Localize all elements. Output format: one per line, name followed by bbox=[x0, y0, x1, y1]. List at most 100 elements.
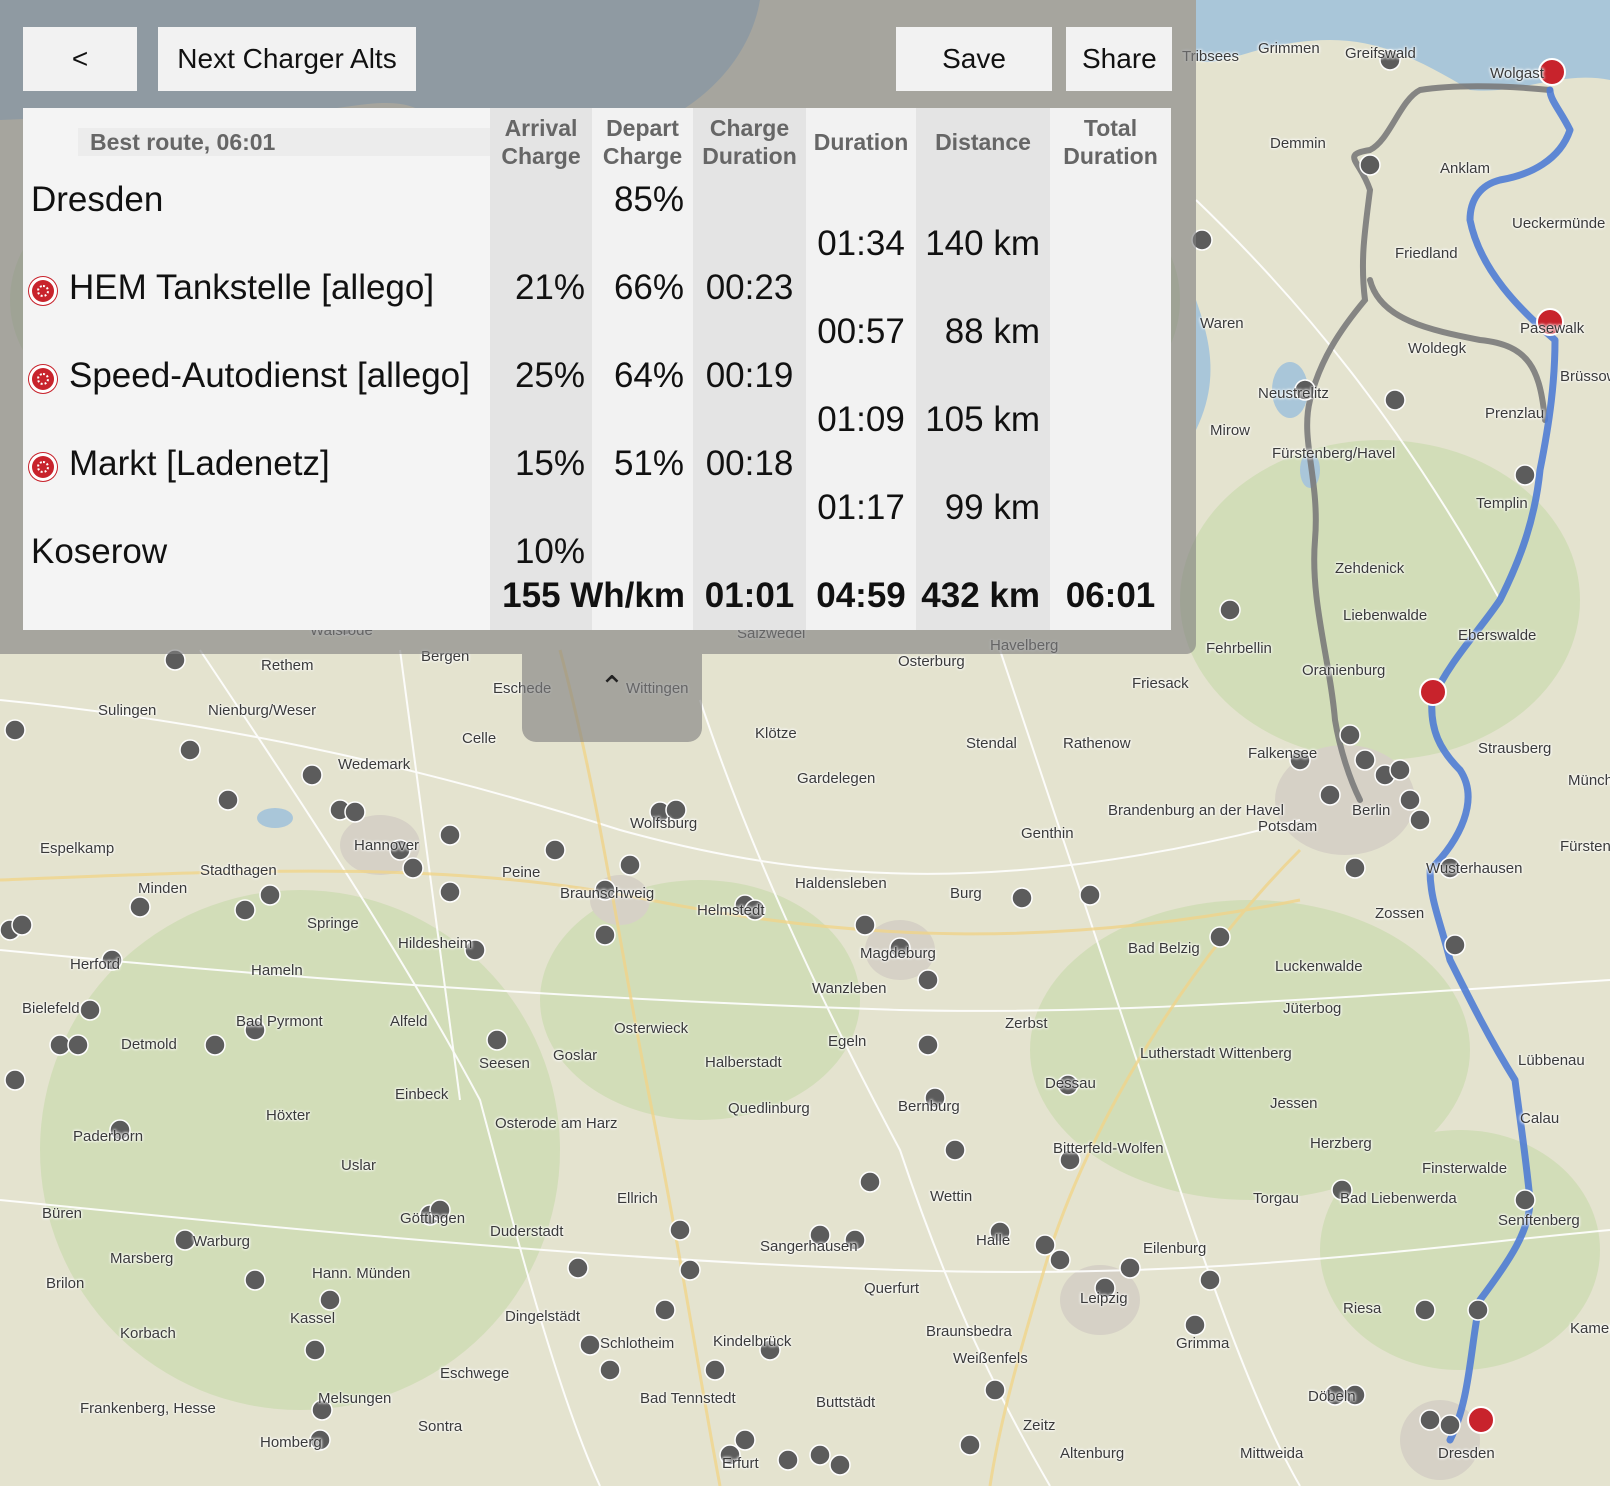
map-place-label: Bad Belzig bbox=[1128, 940, 1200, 957]
map-place-label: Quedlinburg bbox=[728, 1100, 810, 1117]
map-place-label: Dingelstädt bbox=[505, 1308, 581, 1325]
map-place-label: Detmold bbox=[121, 1036, 177, 1053]
stop-name-charger-1[interactable]: HEM Tankstelle [allego] bbox=[69, 268, 434, 308]
distance-column-shade bbox=[916, 108, 1050, 630]
map-place-label: Potsdam bbox=[1258, 818, 1318, 835]
leg-distance: 88 km bbox=[944, 312, 1040, 351]
map-place-label: Espelkamp bbox=[40, 840, 115, 857]
map-place-label: Strausberg bbox=[1478, 740, 1552, 757]
plan-title: Best route, 06:01 bbox=[78, 128, 490, 156]
map-place-label: Osterburg bbox=[898, 653, 965, 670]
leg-duration: 01:34 bbox=[817, 224, 905, 263]
map-place-label: Osterode am Harz bbox=[495, 1115, 618, 1132]
map-place-label: Lutherstadt Wittenberg bbox=[1140, 1045, 1292, 1062]
map-place-label: Waren bbox=[1200, 315, 1244, 332]
stop-depart-charge: 85% bbox=[613, 180, 684, 219]
map-place-label: Wanzleben bbox=[812, 980, 887, 997]
map-place-label: Wedemark bbox=[338, 756, 411, 773]
map-place-label: Buttstädt bbox=[816, 1394, 876, 1411]
stop-depart-charge: 51% bbox=[613, 444, 684, 483]
map-place-label: Wusterhausen bbox=[1426, 860, 1523, 877]
map-place-label: Magdeburg bbox=[860, 945, 936, 962]
header-duration: Duration bbox=[813, 129, 909, 155]
leg-duration: 00:57 bbox=[817, 312, 905, 351]
map-place-label: Hannover bbox=[354, 837, 420, 854]
stop-charge-duration: 00:23 bbox=[705, 268, 794, 307]
next-charger-alts-button[interactable]: Next Charger Alts bbox=[158, 27, 416, 91]
map-place-label: Frankenberg, Hesse bbox=[80, 1400, 216, 1417]
save-plan-button[interactable]: Save Plan bbox=[896, 27, 1052, 138]
stop-name-charger-2[interactable]: Speed-Autodienst [allego] bbox=[69, 356, 470, 396]
map-place-label: Oranienburg bbox=[1302, 662, 1386, 679]
map-place-label: Münche bbox=[1568, 772, 1610, 789]
map-place-label: Fürstenberg/Havel bbox=[1272, 445, 1396, 462]
share-button[interactable]: Share bbox=[1066, 27, 1172, 91]
map-place-label: Schlotheim bbox=[600, 1335, 675, 1352]
duration-column-shade bbox=[806, 108, 916, 630]
map-place-label: Eschwege bbox=[440, 1365, 510, 1382]
stop-arrival-charge: 21% bbox=[514, 268, 585, 307]
map-place-label: Jessen bbox=[1270, 1095, 1318, 1112]
map-place-label: Woldegk bbox=[1408, 340, 1467, 357]
map-place-label: Dresden bbox=[1438, 1445, 1495, 1462]
map-place-label: Wettin bbox=[930, 1188, 973, 1205]
map-place-label: Pasewalk bbox=[1520, 320, 1585, 337]
total-consumption: 155 Wh/km bbox=[502, 576, 685, 615]
map-place-label: Kindelbrück bbox=[713, 1333, 792, 1350]
stop-charge-duration: 00:18 bbox=[705, 444, 794, 483]
collapse-panel-tab[interactable]: ⌃ bbox=[522, 654, 702, 742]
total-trip-duration: 06:01 bbox=[1065, 576, 1156, 615]
map-place-label: Bad Tennstedt bbox=[640, 1390, 736, 1407]
total-distance: 432 km bbox=[921, 576, 1040, 615]
map-place-label: Weißenfels bbox=[953, 1350, 1028, 1367]
map-place-label: Erfurt bbox=[722, 1455, 759, 1472]
stop-arrival-charge: 10% bbox=[514, 532, 585, 571]
stop-arrival-charge: 25% bbox=[514, 356, 585, 395]
map-place-label: Halberstadt bbox=[705, 1054, 782, 1071]
total-duration-column-shade bbox=[1050, 108, 1171, 630]
map-place-label: Zossen bbox=[1375, 905, 1425, 922]
leg-duration: 01:09 bbox=[817, 400, 905, 439]
map-place-label: Zerbst bbox=[1005, 1015, 1048, 1032]
map-place-label: Marsberg bbox=[110, 1250, 174, 1267]
map-place-label: Stendal bbox=[966, 735, 1017, 752]
map-place-label: Minden bbox=[138, 880, 188, 897]
map-place-label: Klötze bbox=[755, 725, 797, 742]
map-place-label: Riesa bbox=[1343, 1300, 1382, 1317]
map-place-label: Eberswalde bbox=[1458, 627, 1537, 644]
map-place-label: Duderstadt bbox=[490, 1223, 564, 1240]
map-place-label: Göttingen bbox=[400, 1210, 466, 1227]
map-place-label: Alfeld bbox=[390, 1013, 428, 1030]
map-place-label: Greifswald bbox=[1345, 45, 1416, 62]
map-place-label: Ueckermünde bbox=[1512, 215, 1606, 232]
map-place-label: Jüterbog bbox=[1283, 1000, 1342, 1017]
map-place-label: Braunschweig bbox=[560, 885, 655, 902]
charger-network-icon bbox=[29, 453, 57, 481]
map-place-label: Friedland bbox=[1395, 245, 1458, 262]
stop-depart-charge: 64% bbox=[613, 356, 684, 395]
back-button[interactable]: < Back bbox=[23, 27, 137, 138]
map-place-label: Leipzig bbox=[1080, 1290, 1128, 1307]
map-place-label: Brilon bbox=[46, 1275, 85, 1292]
header-distance: Distance bbox=[935, 129, 1031, 155]
map-place-label: Altenburg bbox=[1060, 1445, 1125, 1462]
leg-distance: 99 km bbox=[944, 488, 1040, 527]
charger-network-icon bbox=[29, 277, 57, 305]
stop-depart-charge: 66% bbox=[613, 268, 684, 307]
stop-arrival-charge: 15% bbox=[514, 444, 585, 483]
map-place-label: Osterwieck bbox=[614, 1020, 689, 1037]
route-plan-panel: < Back Next Charger Alts Save Plan Share… bbox=[0, 0, 1196, 654]
map-place-label: Mirow bbox=[1210, 422, 1250, 439]
map-place-label: Melsungen bbox=[318, 1390, 392, 1407]
map-place-label: Grimmen bbox=[1258, 40, 1320, 57]
map-place-label: Ellrich bbox=[617, 1190, 658, 1207]
map-place-label: Büren bbox=[42, 1205, 83, 1222]
map-place-label: Warburg bbox=[193, 1233, 250, 1250]
map-place-label: Celle bbox=[462, 730, 497, 747]
header-depart-charge: Depart Charge bbox=[602, 115, 683, 169]
map-place-label: Genthin bbox=[1021, 825, 1074, 842]
stop-name-destination[interactable]: Koserow bbox=[31, 532, 167, 572]
stop-name-charger-3[interactable]: Markt [Ladenetz] bbox=[69, 444, 330, 484]
stop-name-origin[interactable]: Dresden bbox=[31, 180, 163, 220]
map-place-label: Neustrelitz bbox=[1258, 385, 1329, 402]
